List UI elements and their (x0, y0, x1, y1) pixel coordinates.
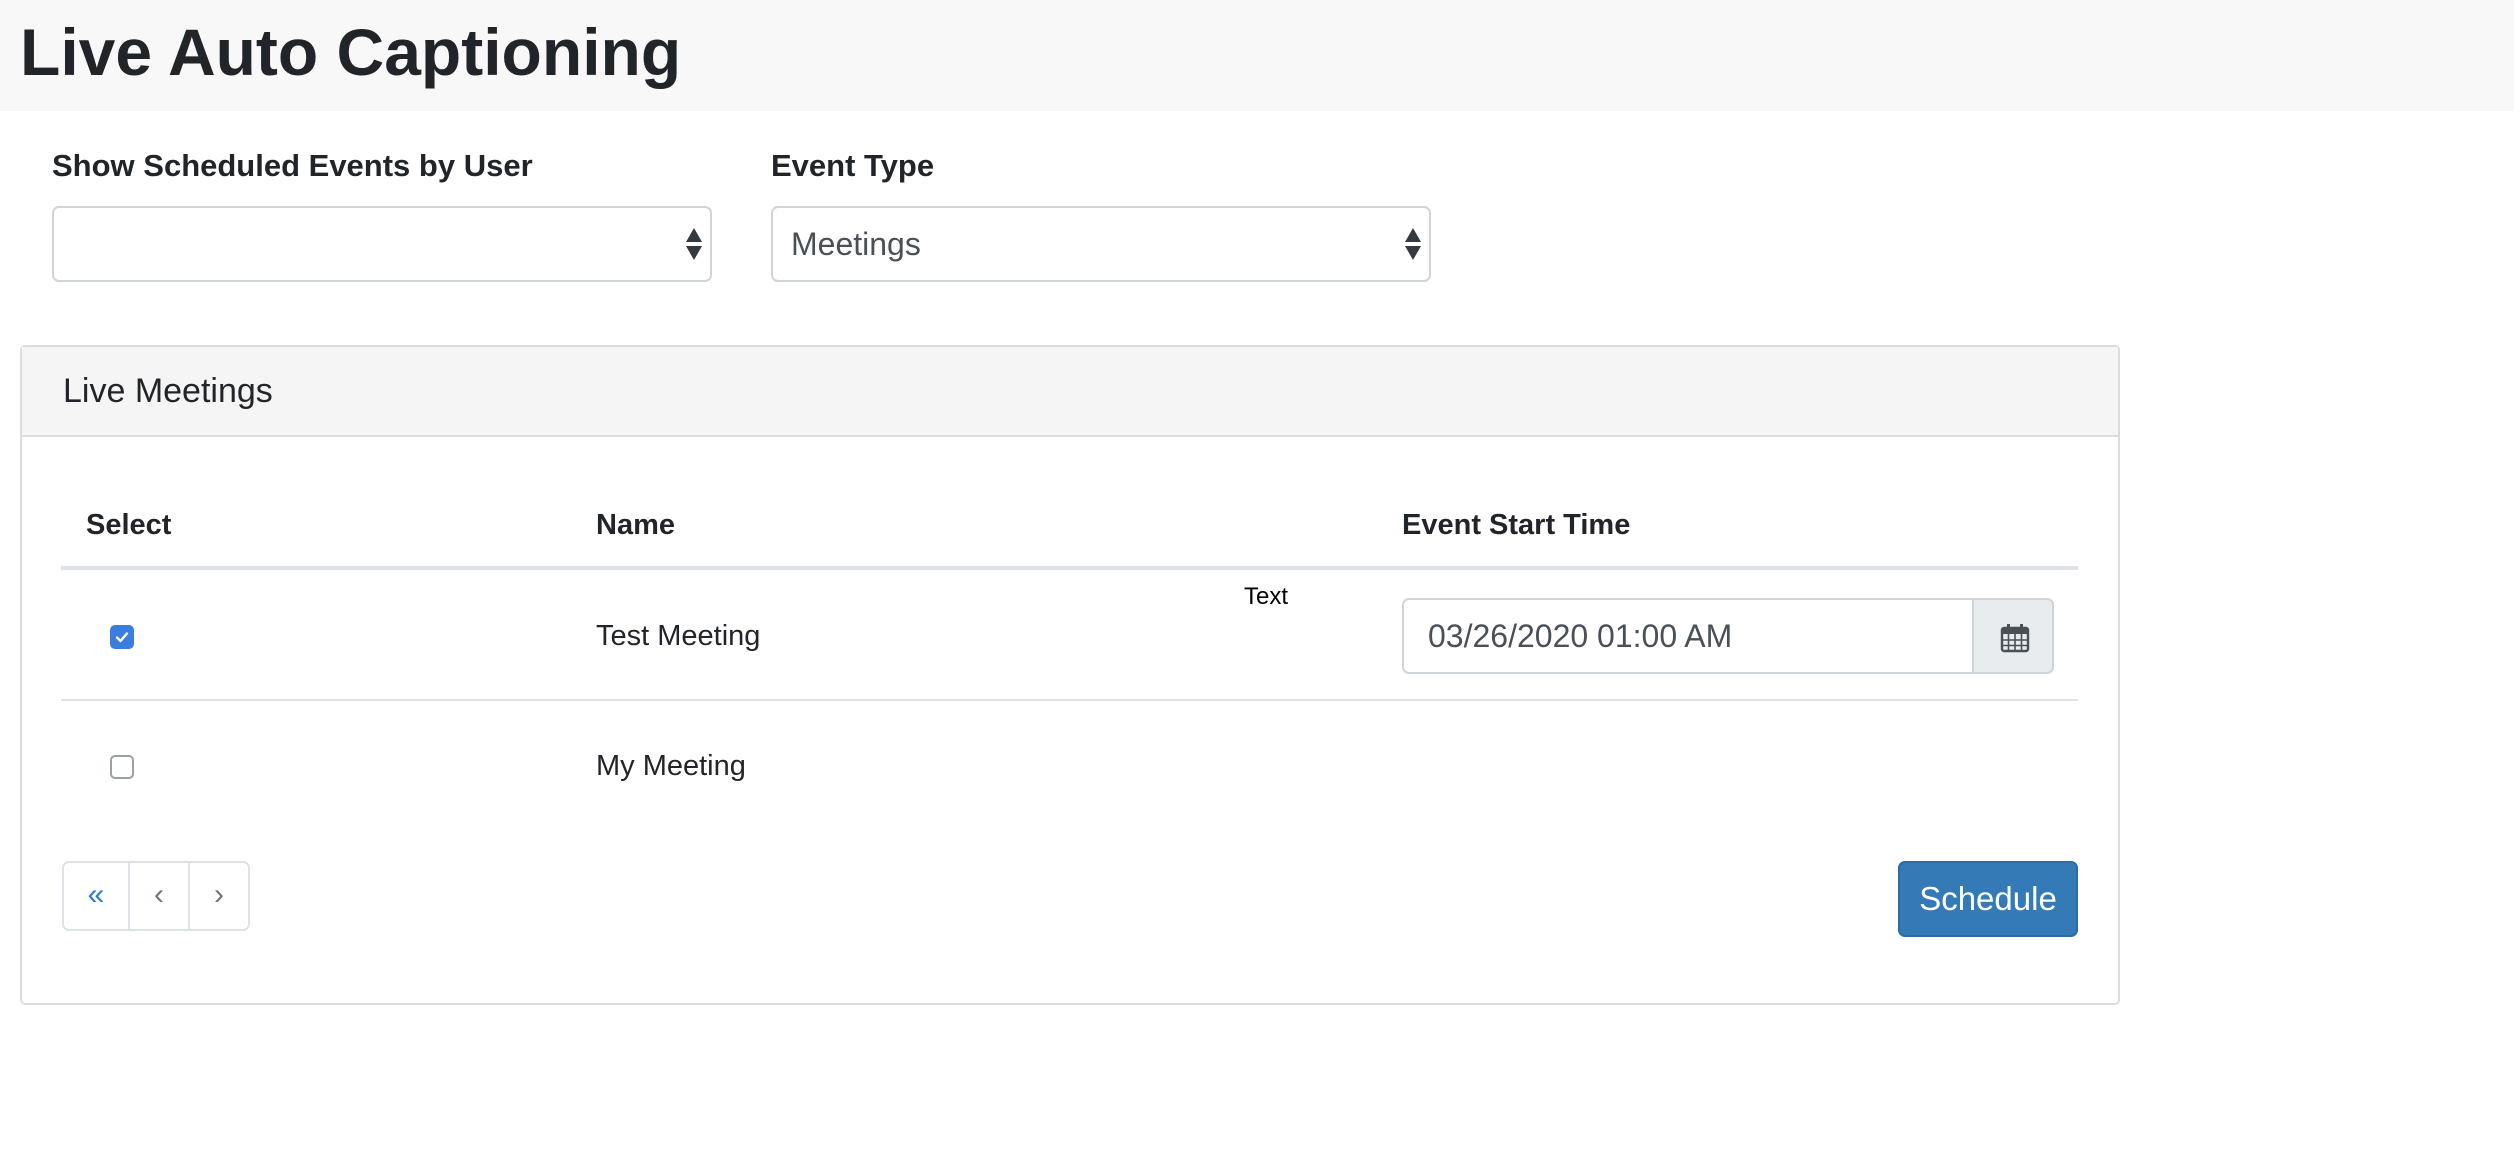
column-header-select: Select (86, 509, 172, 541)
event-start-time-input[interactable]: 03/26/2020 01:00 AM (1402, 598, 1974, 674)
first-page-button[interactable]: « (64, 863, 130, 929)
meeting-name: My Meeting (596, 750, 746, 782)
event-type-select[interactable]: Meetings (771, 206, 1431, 282)
panel-title: Live Meetings (63, 372, 273, 410)
table-row-divider (61, 699, 2078, 701)
previous-page-button[interactable]: ‹ (130, 863, 190, 929)
user-select[interactable] (52, 206, 712, 282)
row-select-checkbox[interactable] (110, 625, 134, 649)
row-select-checkbox[interactable] (110, 755, 134, 779)
column-header-name: Name (596, 509, 675, 541)
event-type-select-value: Meetings (791, 226, 921, 262)
page-header: Live Auto Captioning (0, 0, 2514, 111)
next-page-button[interactable]: › (190, 863, 248, 929)
event-start-time-picker: 03/26/2020 01:00 AM (1402, 598, 2054, 674)
live-meetings-panel: Live Meetings (20, 345, 2120, 1005)
user-filter-group: Show Scheduled Events by User (52, 144, 712, 282)
checkmark-icon (115, 632, 129, 643)
event-type-label: Event Type (771, 148, 935, 183)
sort-arrows-icon (686, 228, 702, 262)
event-start-time-value: 03/26/2020 01:00 AM (1428, 618, 1733, 654)
calendar-button[interactable] (1972, 598, 2054, 674)
calendar-icon (2000, 624, 2030, 653)
panel-header: Live Meetings (22, 347, 2118, 437)
schedule-button[interactable]: Schedule (1898, 861, 2078, 937)
sort-arrows-icon (1405, 228, 1421, 262)
page-title: Live Auto Captioning (20, 15, 682, 89)
text-label: Text (1244, 583, 1289, 610)
pagination: « ‹ › (62, 861, 250, 931)
meeting-name: Test Meeting (596, 620, 761, 652)
user-filter-label: Show Scheduled Events by User (52, 148, 533, 183)
table-header-divider (61, 566, 2078, 570)
event-type-filter-group: Event Type Meetings (771, 144, 1431, 282)
column-header-start-time: Event Start Time (1402, 509, 1631, 541)
